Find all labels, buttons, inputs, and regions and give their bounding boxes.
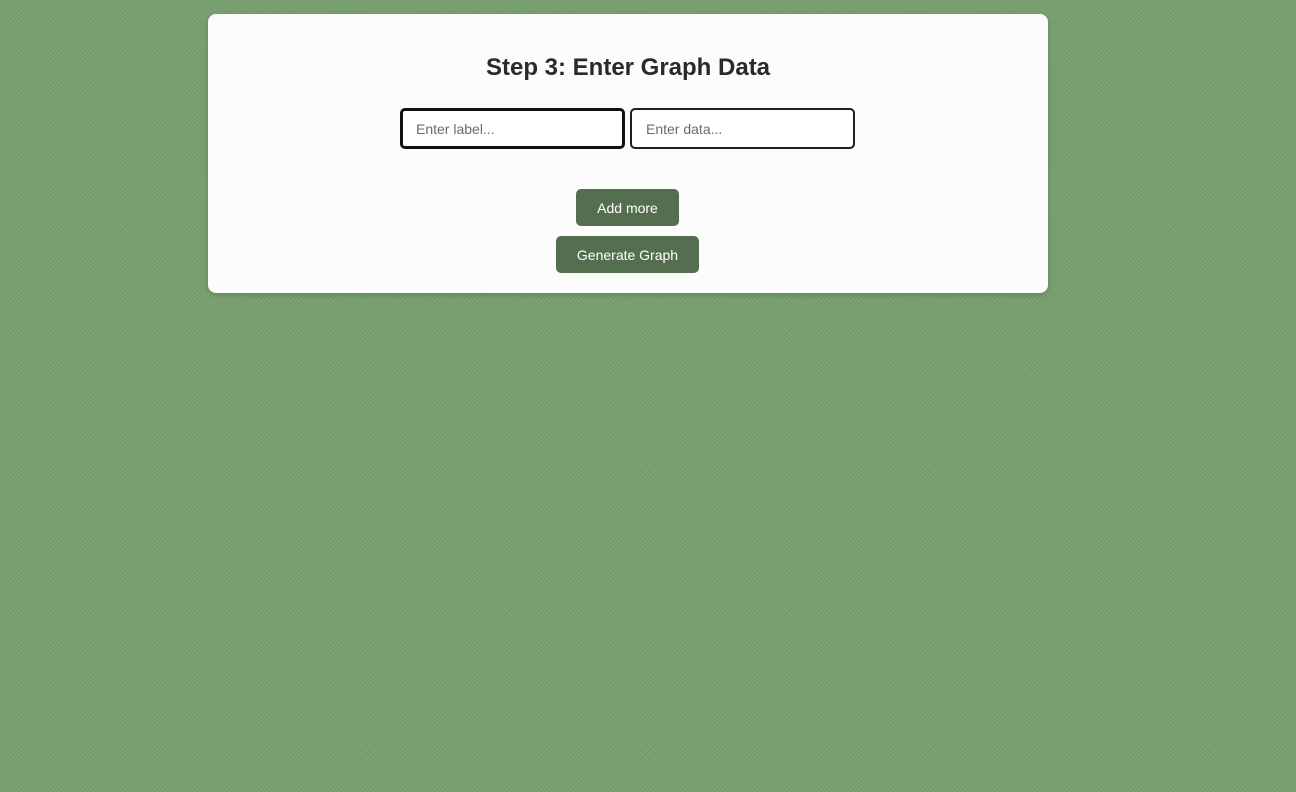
data-entry-row xyxy=(400,108,855,149)
data-input[interactable] xyxy=(630,108,855,149)
graph-data-card: Step 3: Enter Graph Data Add more Genera… xyxy=(208,14,1048,293)
label-input[interactable] xyxy=(400,108,625,149)
page-title: Step 3: Enter Graph Data xyxy=(485,54,771,81)
add-more-button[interactable]: Add more xyxy=(576,189,679,226)
generate-graph-button[interactable]: Generate Graph xyxy=(556,236,699,273)
